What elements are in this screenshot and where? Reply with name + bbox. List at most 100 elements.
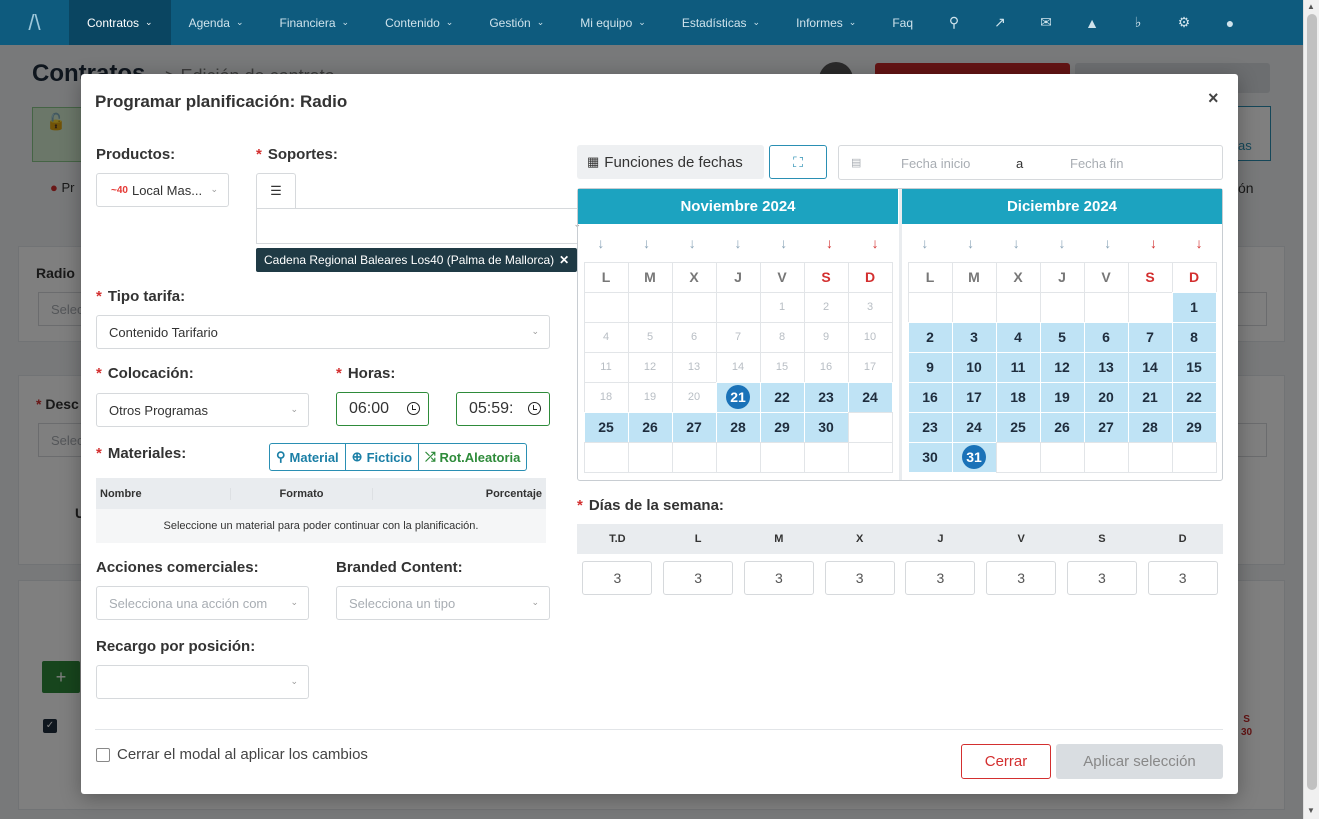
user-icon[interactable]: ● [1207, 0, 1253, 45]
calendar-day[interactable]: 17 [847, 351, 893, 383]
calendar-day[interactable]: 23 [803, 381, 849, 413]
calendar-day[interactable]: 13 [671, 351, 717, 383]
dia-input-s[interactable]: 3 [1066, 561, 1137, 595]
nav-gestion[interactable]: Gestión ⌄ [471, 0, 562, 45]
scroll-up-icon[interactable]: ▲ [1307, 2, 1315, 11]
nav-informes[interactable]: Informes ⌄ [778, 0, 874, 45]
calendar-day[interactable]: 27 [1083, 411, 1129, 443]
mail-icon[interactable]: ✉ [1023, 0, 1069, 45]
hat-icon[interactable]: ▲ [1069, 0, 1115, 45]
calendar-day[interactable]: 8 [1171, 321, 1217, 353]
branded-select[interactable]: Selecciona un tipo ⌄ [336, 586, 550, 620]
weekday-header[interactable]: J [1039, 261, 1085, 293]
select-column-arrow-icon[interactable]: ↓ [948, 224, 994, 262]
weekday-header[interactable]: S [803, 261, 849, 293]
chart-icon[interactable]: ↗ [977, 0, 1023, 45]
calendar-day[interactable]: 31 [951, 441, 997, 473]
calendar-day[interactable]: 2 [803, 291, 849, 323]
colocacion-select[interactable]: Otros Programas ⌄ [96, 393, 309, 427]
scrollbar[interactable]: ▲ ▼ [1303, 0, 1319, 819]
select-column-arrow-icon[interactable]: ↓ [761, 224, 807, 262]
nav-financiera[interactable]: Financiera ⌄ [262, 0, 368, 45]
select-column-arrow-icon[interactable]: ↓ [669, 224, 715, 262]
fecha-inicio-placeholder[interactable]: Fecha inicio [901, 156, 970, 171]
select-column-arrow-icon[interactable]: ↓ [624, 224, 670, 262]
nav-contenido[interactable]: Contenido ⌄ [367, 0, 471, 45]
calendar-day[interactable]: 20 [671, 381, 717, 413]
calendar-day[interactable]: 11 [583, 351, 629, 383]
gear-icon[interactable]: ⚙ [1161, 0, 1207, 45]
calendar-day[interactable]: 20 [1083, 381, 1129, 413]
weekday-header[interactable]: D [1171, 261, 1217, 293]
weekday-header[interactable]: V [1083, 261, 1129, 293]
calendar-day[interactable]: 3 [951, 321, 997, 353]
calendar-day[interactable]: 11 [995, 351, 1041, 383]
calendar-day[interactable]: 9 [907, 351, 953, 383]
calendar-day[interactable]: 17 [951, 381, 997, 413]
tipo-tarifa-select[interactable]: Contenido Tarifario ⌄ [96, 315, 550, 349]
weekday-header[interactable]: L [583, 261, 629, 293]
calendar-day[interactable]: 19 [1039, 381, 1085, 413]
calendar-day[interactable]: 7 [1127, 321, 1173, 353]
select-column-arrow-icon[interactable]: ↓ [1085, 224, 1131, 262]
nav-faq[interactable]: Faq [874, 0, 931, 45]
calendar-day[interactable]: 19 [627, 381, 673, 413]
clock-icon[interactable] [407, 402, 420, 415]
calendar-day[interactable]: 8 [759, 321, 805, 353]
calendar-day[interactable]: 3 [847, 291, 893, 323]
calendar-day[interactable]: 7 [715, 321, 761, 353]
calendar-day[interactable]: 25 [995, 411, 1041, 443]
select-column-arrow-icon[interactable]: ↓ [715, 224, 761, 262]
weekday-header[interactable]: S [1127, 261, 1173, 293]
weekday-header[interactable]: X [995, 261, 1041, 293]
select-column-arrow-icon[interactable]: ↓ [902, 224, 948, 262]
calendar-day[interactable]: 18 [583, 381, 629, 413]
cerrar-modal-label[interactable]: Cerrar el modal al aplicar los cambios [117, 746, 368, 763]
nav-agenda[interactable]: Agenda ⌄ [171, 0, 262, 45]
calendar-day[interactable]: 6 [671, 321, 717, 353]
calendar-day[interactable]: 24 [951, 411, 997, 443]
acciones-select[interactable]: Selecciona una acción com ⌄ [96, 586, 309, 620]
clock-icon[interactable] [528, 402, 541, 415]
weekday-header[interactable]: D [847, 261, 893, 293]
expand-icon[interactable]: ⛶ [769, 145, 827, 179]
calendar-day[interactable]: 1 [759, 291, 805, 323]
recargo-select[interactable]: ⌄ [96, 665, 309, 699]
dia-input-m[interactable]: 3 [743, 561, 814, 595]
calendar-day[interactable]: 16 [803, 351, 849, 383]
select-column-arrow-icon[interactable]: ↓ [1039, 224, 1085, 262]
calendar-day[interactable]: 22 [1171, 381, 1217, 413]
calendar-day[interactable]: 27 [671, 411, 717, 443]
calendar-day[interactable]: 21 [1127, 381, 1173, 413]
scrollbar-thumb[interactable] [1307, 14, 1317, 790]
calendar-day[interactable]: 30 [803, 411, 849, 443]
calendar-day[interactable]: 18 [995, 381, 1041, 413]
soportes-select[interactable]: ⌄ [256, 208, 581, 244]
hora-fin-input[interactable]: 05:59: [456, 392, 550, 426]
weekday-header[interactable]: M [951, 261, 997, 293]
search-icon[interactable]: ⚲ [931, 0, 977, 45]
calendar-day[interactable]: 14 [1127, 351, 1173, 383]
calendar-day[interactable]: 12 [1039, 351, 1085, 383]
calendar-day[interactable]: 23 [907, 411, 953, 443]
rot-aleatoria-button[interactable]: ⤮ Rot.Aleatoria [419, 444, 526, 470]
producto-select[interactable]: ~40 Local Mas... ⌄ [96, 173, 229, 207]
select-column-arrow-icon[interactable]: ↓ [1131, 224, 1177, 262]
fecha-fin-placeholder[interactable]: Fecha fin [1070, 156, 1123, 171]
calendar-day[interactable]: 24 [847, 381, 893, 413]
cerrar-button[interactable]: Cerrar [961, 744, 1051, 779]
calendar-day[interactable]: 15 [1171, 351, 1217, 383]
funciones-fechas-button[interactable]: ▦ Funciones de fechas [577, 145, 764, 179]
ficticio-button[interactable]: ⊕ Ficticio [346, 444, 420, 470]
bell-icon[interactable]: ♭ [1115, 0, 1161, 45]
calendar-day[interactable]: 4 [583, 321, 629, 353]
calendar-day[interactable]: 29 [1171, 411, 1217, 443]
weekday-header[interactable]: L [907, 261, 953, 293]
checklist-icon[interactable]: ☰ [256, 173, 296, 208]
calendar-day[interactable]: 10 [951, 351, 997, 383]
calendar-day[interactable]: 13 [1083, 351, 1129, 383]
calendar-day[interactable]: 4 [995, 321, 1041, 353]
calendar-day[interactable]: 15 [759, 351, 805, 383]
calendar-day[interactable]: 12 [627, 351, 673, 383]
calendar-day[interactable]: 22 [759, 381, 805, 413]
